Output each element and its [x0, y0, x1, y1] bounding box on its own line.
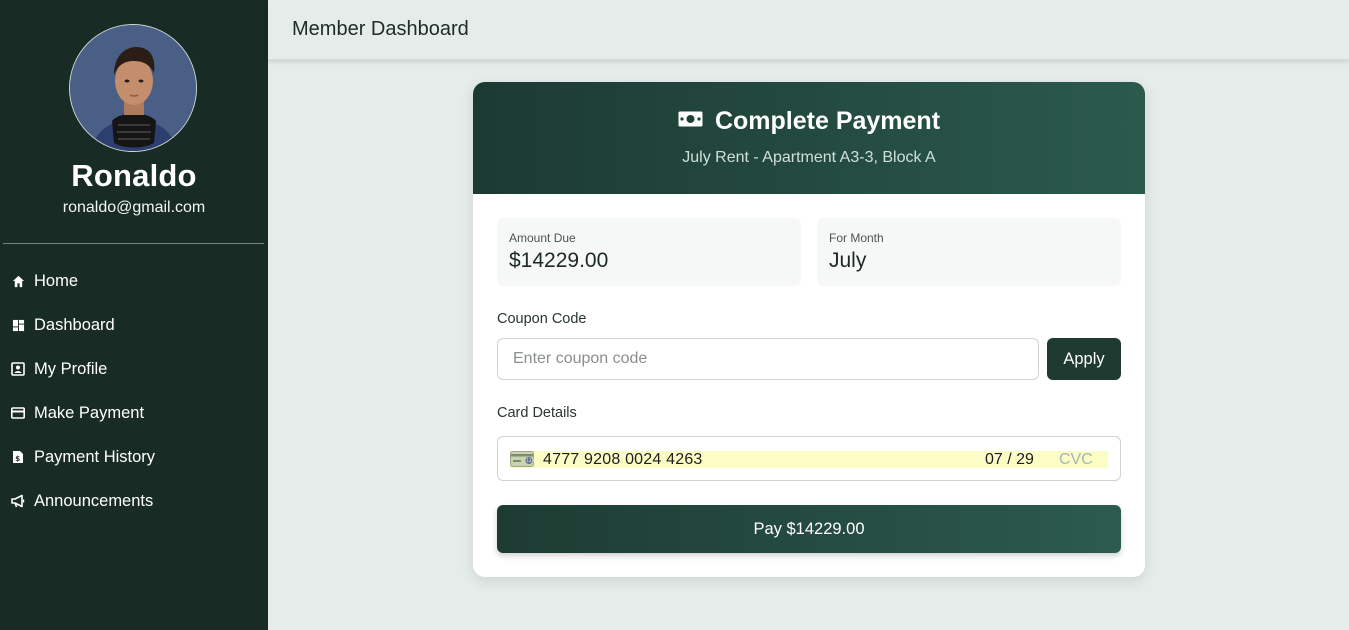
card-number[interactable]: 4777 9208 0024 4263	[543, 451, 703, 469]
coupon-code-label: Coupon Code	[497, 311, 587, 327]
sidebar-item-label: My Profile	[34, 359, 108, 378]
profile-photo	[70, 25, 196, 151]
sidebar-item-make-payment[interactable]: Make Payment	[0, 391, 268, 435]
amount-due-label: Amount Due	[509, 231, 576, 245]
sidebar-item-home[interactable]: Home	[0, 259, 268, 303]
topbar: Member Dashboard	[268, 0, 1349, 60]
avatar	[69, 24, 197, 152]
for-month-label: For Month	[829, 231, 884, 245]
money-icon	[678, 111, 703, 132]
sidebar: Ronaldo ronaldo@gmail.com Home Dashboard…	[0, 0, 268, 630]
sidebar-item-label: Home	[34, 271, 79, 290]
sidebar-item-label: Make Payment	[34, 403, 145, 422]
amount-due-value: $14229.00	[509, 249, 609, 272]
amount-due-box: Amount Due $14229.00	[497, 218, 801, 286]
home-icon	[11, 274, 25, 288]
payment-title: Complete Payment	[714, 107, 941, 135]
pay-button[interactable]: Pay $14229.00	[497, 505, 1121, 553]
sidebar-item-label: Announcements	[34, 491, 154, 510]
sidebar-item-my-profile[interactable]: My Profile	[0, 347, 268, 391]
coupon-code-input[interactable]	[497, 338, 1039, 380]
card-brand-icon: 123	[510, 451, 534, 467]
card-expiry[interactable]: 07 / 29	[985, 451, 1034, 469]
card-cvc-field[interactable]: CVC	[1059, 451, 1093, 469]
page-title: Member Dashboard	[292, 18, 469, 40]
sidebar-item-label: Dashboard	[34, 315, 115, 334]
dashboard-icon	[11, 318, 25, 332]
for-month-box: For Month July	[817, 218, 1121, 286]
sidebar-item-announcements[interactable]: Announcements	[0, 479, 268, 523]
payment-card: Complete Payment July Rent - Apartment A…	[473, 82, 1145, 577]
sidebar-nav: Home Dashboard My Profile Make Payment $…	[0, 259, 268, 523]
svg-text:$: $	[15, 455, 20, 463]
history-icon: $	[11, 450, 25, 464]
payment-subtitle: July Rent - Apartment A3-3, Block A	[682, 149, 936, 166]
sidebar-divider	[3, 243, 264, 244]
payment-card-header: Complete Payment July Rent - Apartment A…	[473, 82, 1145, 194]
sidebar-item-dashboard[interactable]: Dashboard	[0, 303, 268, 347]
card-details-field[interactable]: 123 4777 9208 0024 4263 07 / 29 CVC	[497, 436, 1121, 481]
profile-icon	[11, 362, 25, 376]
user-email: ronaldo@gmail.com	[62, 199, 206, 216]
sidebar-item-label: Payment History	[34, 447, 156, 466]
apply-coupon-button[interactable]: Apply	[1047, 338, 1121, 380]
user-name: Ronaldo	[71, 158, 197, 193]
svg-text:123: 123	[526, 458, 534, 463]
sidebar-item-payment-history[interactable]: $ Payment History	[0, 435, 268, 479]
card-details-label: Card Details	[497, 405, 577, 421]
megaphone-icon	[11, 494, 25, 508]
credit-card-icon	[11, 406, 25, 420]
for-month-value: July	[829, 249, 867, 272]
